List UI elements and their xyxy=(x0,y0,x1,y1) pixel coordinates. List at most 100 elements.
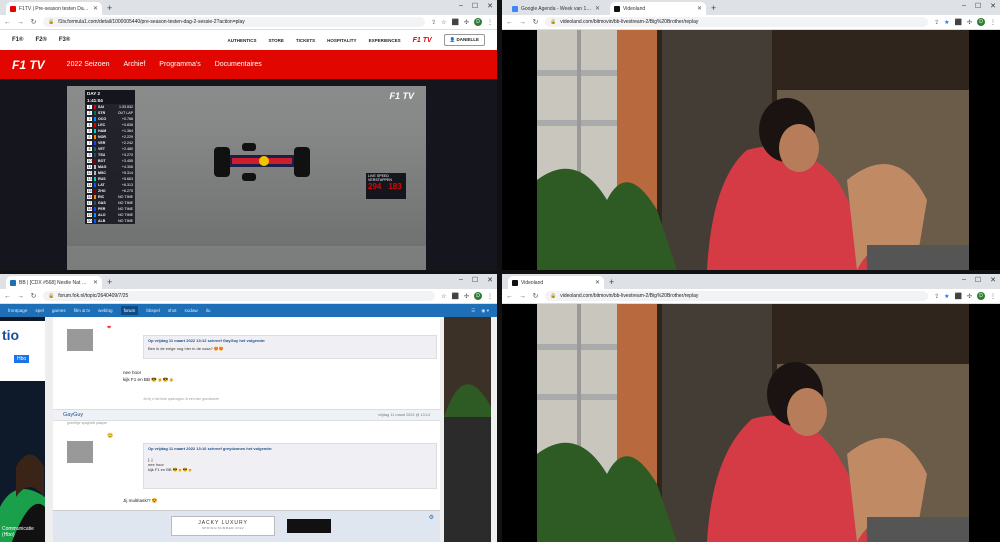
profile-avatar[interactable]: D xyxy=(977,18,985,26)
user-button[interactable]: 👤 DANIELLE xyxy=(443,34,485,46)
brand-f1[interactable]: F1® xyxy=(12,37,23,43)
url-field[interactable]: 🔒 f1tv.formula1.com/detail/1000005440/pr… xyxy=(43,17,426,27)
nav-shot[interactable]: shot xyxy=(168,308,177,313)
menu-dots-icon[interactable]: ⋮ xyxy=(990,293,996,300)
close-window-icon[interactable]: ✕ xyxy=(990,276,996,284)
link-tickets[interactable]: TICKETS xyxy=(296,38,315,43)
user-avatar[interactable] xyxy=(67,441,93,463)
video-player[interactable]: DAY 2 1:41:04 1 SAI 1:33.532 2 STR OUT LAP 3 OC… xyxy=(67,86,426,270)
nav-archive[interactable]: Archief xyxy=(124,61,146,68)
reload-icon[interactable]: ↻ xyxy=(30,18,37,26)
tab-f1tv[interactable]: F1TV | Pre-season testen Dag... ✕ xyxy=(6,2,102,15)
new-tab-button[interactable]: + xyxy=(107,277,112,287)
tab-videoland[interactable]: Videoland ✕ xyxy=(610,2,706,15)
tab-videoland[interactable]: Videoland ✕ xyxy=(508,276,604,289)
close-tab-icon[interactable]: ✕ xyxy=(595,5,600,12)
maximize-icon[interactable]: ☐ xyxy=(975,2,981,10)
f1tv-small-logo[interactable]: F1 TV xyxy=(413,37,432,44)
user-avatar[interactable] xyxy=(67,329,93,351)
nav-bbspel[interactable]: bbspel xyxy=(146,308,160,313)
user-menu-icon[interactable]: ◉ ▾ xyxy=(481,308,489,314)
nav-season[interactable]: 2022 Seizoen xyxy=(67,61,110,68)
extensions-puzzle-icon[interactable]: ✣ xyxy=(464,293,469,300)
minimize-icon[interactable]: – xyxy=(459,276,463,284)
close-tab-icon[interactable]: ✕ xyxy=(697,5,702,12)
forward-icon[interactable]: → xyxy=(17,19,24,26)
forward-icon[interactable]: → xyxy=(519,293,526,300)
nav-documentaries[interactable]: Documentaires xyxy=(215,61,262,68)
share-icon[interactable]: ⇪ xyxy=(934,19,939,26)
nav-games[interactable]: games xyxy=(52,308,66,313)
profile-avatar[interactable]: D xyxy=(977,292,985,300)
video-player[interactable] xyxy=(502,30,1000,270)
maximize-icon[interactable]: ☐ xyxy=(472,2,478,10)
bottom-banner-ad[interactable]: JACKY LUXURY SPRING/SUMMER 2022 ⚙ xyxy=(53,510,440,542)
new-tab-button[interactable]: + xyxy=(107,3,112,13)
left-side-ad[interactable]: tio Hbo Communicatie (Hbo) xyxy=(0,317,45,542)
extensions-puzzle-icon[interactable]: ✣ xyxy=(464,19,469,26)
tab-forum[interactable]: BB | [CDX #568] Nestle Nat mo... ✕ xyxy=(6,276,102,289)
brand-f3[interactable]: F3® xyxy=(59,37,70,43)
tab-google-agenda[interactable]: Google Agenda - Week van 13... ✕ xyxy=(508,2,604,15)
f1tv-logo[interactable]: F1 TV xyxy=(12,58,45,72)
menu-dots-icon[interactable]: ⋮ xyxy=(990,19,996,26)
extensions-puzzle-icon[interactable]: ✣ xyxy=(967,293,972,300)
back-icon[interactable]: ← xyxy=(506,293,513,300)
nav-programmes[interactable]: Programma's xyxy=(159,61,200,68)
heart-icon[interactable]: ❤ xyxy=(107,325,111,331)
star-icon[interactable]: ★ xyxy=(944,19,949,26)
back-icon[interactable]: ← xyxy=(506,19,513,26)
menu-dots-icon[interactable]: ⋮ xyxy=(487,19,493,26)
reload-icon[interactable]: ↻ xyxy=(532,292,539,300)
link-hospitality[interactable]: HOSPITALITY xyxy=(327,38,356,43)
brand-f2[interactable]: F2® xyxy=(35,37,46,43)
nav-sodaw[interactable]: sodaw xyxy=(185,308,198,313)
share-icon[interactable]: ⇪ xyxy=(431,19,436,26)
nav-ilu[interactable]: ilu xyxy=(206,308,211,313)
close-tab-icon[interactable]: ✕ xyxy=(93,5,98,12)
extension-icon[interactable]: ⬛ xyxy=(954,293,961,300)
close-window-icon[interactable]: ✕ xyxy=(487,2,493,10)
nav-forum[interactable]: forum xyxy=(120,306,139,315)
maximize-icon[interactable]: ☐ xyxy=(472,276,478,284)
star-icon[interactable]: ☆ xyxy=(441,19,446,26)
forward-icon[interactable]: → xyxy=(17,293,24,300)
nav-frontpage[interactable]: frontpage xyxy=(8,308,27,313)
new-tab-button[interactable]: + xyxy=(609,277,614,287)
star-icon[interactable]: ★ xyxy=(944,293,949,300)
video-player[interactable] xyxy=(502,304,1000,542)
reload-icon[interactable]: ↻ xyxy=(30,292,37,300)
minimize-icon[interactable]: – xyxy=(459,2,463,10)
minimize-icon[interactable]: – xyxy=(962,2,966,10)
close-window-icon[interactable]: ✕ xyxy=(487,276,493,284)
gear-icon[interactable]: ⚙ xyxy=(429,514,434,521)
star-icon[interactable]: ☆ xyxy=(441,293,446,300)
url-field[interactable]: 🔒 videoland.com/bitmovin/bb-livestream-2… xyxy=(545,291,929,301)
url-field[interactable]: 🔒 videoland.com/bitmovin/bb-livestream-2… xyxy=(545,17,929,27)
scrollbar[interactable] xyxy=(491,317,497,542)
menu-dots-icon[interactable]: ⋮ xyxy=(487,293,493,300)
new-tab-button[interactable]: + xyxy=(711,3,716,13)
link-authentics[interactable]: AUTHENTICS xyxy=(227,38,256,43)
profile-avatar[interactable]: D xyxy=(474,18,482,26)
extension-icon[interactable]: ⬛ xyxy=(954,19,961,26)
close-tab-icon[interactable]: ✕ xyxy=(93,279,98,286)
hamburger-icon[interactable]: ☰ xyxy=(471,308,475,314)
close-tab-icon[interactable]: ✕ xyxy=(595,279,600,286)
minimize-icon[interactable]: – xyxy=(962,276,966,284)
url-field[interactable]: 🔒 forum.fok.nl/topic/2640409/7/25 xyxy=(43,291,436,301)
forward-icon[interactable]: → xyxy=(519,19,526,26)
link-store[interactable]: STORE xyxy=(268,38,283,43)
username[interactable]: GayGuy xyxy=(63,412,83,418)
share-icon[interactable]: ⇪ xyxy=(934,293,939,300)
close-window-icon[interactable]: ✕ xyxy=(990,2,996,10)
extension-icon[interactable]: ⬛ xyxy=(451,293,458,300)
reload-icon[interactable]: ↻ xyxy=(532,18,539,26)
nav-film-tv[interactable]: film & tv xyxy=(74,308,90,313)
extensions-puzzle-icon[interactable]: ✣ xyxy=(967,19,972,26)
nav-spel[interactable]: spel xyxy=(35,308,43,313)
link-experiences[interactable]: EXPERIENCES xyxy=(369,38,401,43)
extension-icon[interactable]: ⬛ xyxy=(451,19,458,26)
profile-avatar[interactable]: D xyxy=(474,292,482,300)
back-icon[interactable]: ← xyxy=(4,293,11,300)
